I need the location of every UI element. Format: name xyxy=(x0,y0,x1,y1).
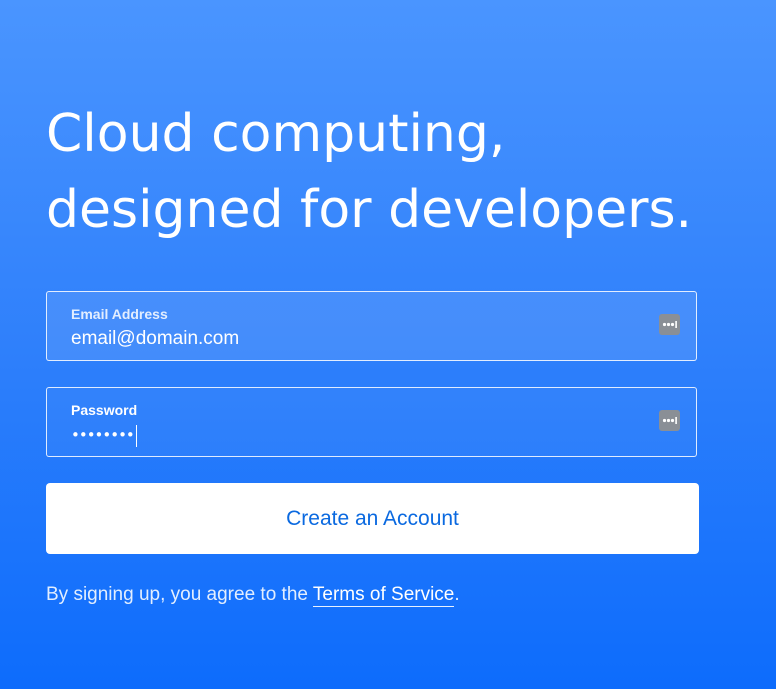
email-field[interactable]: Email Address xyxy=(46,291,697,361)
hero-title-line-2: designed for developers. xyxy=(46,180,693,240)
password-field-label: Password xyxy=(71,402,138,418)
hero-title: Cloud computing, designed for developers… xyxy=(46,96,692,248)
password-field[interactable]: Password •••••••• xyxy=(46,387,697,457)
terms-prefix: By signing up, you agree to the xyxy=(46,584,313,605)
create-account-button[interactable]: Create an Account xyxy=(46,483,699,554)
password-input[interactable]: •••••••• xyxy=(71,424,137,447)
hero-title-line-1: Cloud computing, xyxy=(46,104,506,164)
terms-notice: By signing up, you agree to the Terms of… xyxy=(46,584,460,607)
password-manager-icon[interactable] xyxy=(659,410,680,431)
password-masked-value: •••••••• xyxy=(71,426,135,444)
text-caret xyxy=(135,424,137,447)
terms-suffix: . xyxy=(454,584,460,605)
email-field-label: Email Address xyxy=(71,306,168,322)
email-input[interactable] xyxy=(71,326,631,352)
password-manager-icon[interactable] xyxy=(659,314,680,335)
terms-of-service-link[interactable]: Terms of Service xyxy=(312,584,455,607)
